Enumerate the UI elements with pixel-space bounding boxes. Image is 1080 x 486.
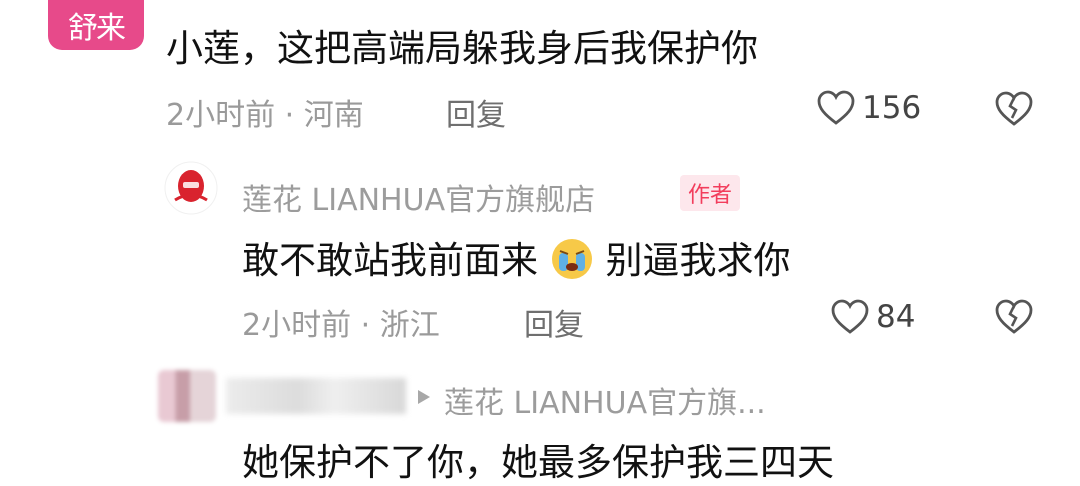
reply-text-part-1: 敢不敢站我前面来 bbox=[242, 239, 538, 282]
heart-icon bbox=[831, 299, 869, 334]
reply-to-name[interactable]: 莲花 LIANHUA官方旗... bbox=[444, 378, 766, 422]
comment-location: 河南 bbox=[303, 98, 364, 133]
crying-emoji-icon bbox=[550, 237, 594, 281]
comment-meta: 2小时前 · 河南 bbox=[166, 98, 364, 133]
like-button[interactable] bbox=[830, 298, 870, 336]
reply-text-part-2: 别逼我求你 bbox=[605, 239, 791, 282]
like-count: 156 bbox=[862, 90, 922, 126]
blurred-username[interactable] bbox=[226, 378, 406, 414]
reply-text: 她保护不了你，她最多保护我三四天 bbox=[242, 441, 834, 484]
like-button[interactable] bbox=[816, 89, 856, 127]
comment-time: 2小时前 bbox=[166, 98, 276, 133]
dislike-button[interactable] bbox=[994, 90, 1034, 128]
avatar-logo-text: 舒来 bbox=[68, 11, 126, 46]
author-name[interactable]: 莲花 LIANHUA官方旗舰店 bbox=[242, 175, 595, 219]
avatar[interactable]: 舒来 bbox=[48, 0, 144, 50]
reply-button[interactable]: 回复 bbox=[446, 90, 506, 134]
broken-heart-icon bbox=[995, 91, 1033, 126]
author-badge: 作者 bbox=[680, 175, 741, 211]
reply-button[interactable]: 回复 bbox=[524, 300, 584, 344]
heart-icon bbox=[817, 90, 855, 125]
brand-avatar[interactable] bbox=[163, 160, 219, 216]
blurred-avatar[interactable] bbox=[158, 370, 216, 422]
reply-text: 敢不敢站我前面来 别逼我求你 bbox=[242, 230, 791, 284]
lotus-logo-icon bbox=[164, 161, 218, 215]
dislike-button[interactable] bbox=[994, 298, 1034, 336]
reply-location: 浙江 bbox=[379, 308, 440, 343]
comment-text: 小莲，这把高端局躲我身后我保护你 bbox=[166, 27, 758, 70]
reply-arrow-icon bbox=[416, 388, 432, 410]
reply-meta: 2小时前 · 浙江 bbox=[242, 308, 440, 343]
reply-time: 2小时前 bbox=[242, 308, 352, 343]
like-count: 84 bbox=[876, 299, 916, 335]
broken-heart-icon bbox=[995, 299, 1033, 334]
